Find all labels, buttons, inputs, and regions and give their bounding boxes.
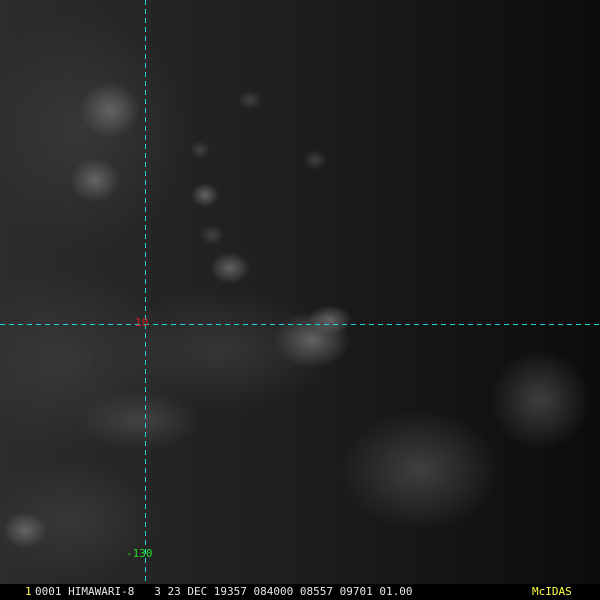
mcidas-logo: McIDAS	[532, 585, 572, 598]
status-image-info: 0001 HIMAWARI-8 3 23 DEC 19357 084000 08…	[35, 585, 413, 598]
visible-satellite-imagery	[0, 0, 600, 600]
latitude-label: 10	[135, 316, 149, 329]
satellite-image-frame: 10 -130 1 0001 HIMAWARI-8 3 23 DEC 19357…	[0, 0, 600, 600]
status-frame-number: 1	[25, 585, 32, 598]
status-bar: 1 0001 HIMAWARI-8 3 23 DEC 19357 084000 …	[0, 584, 600, 600]
longitude-label: -130	[126, 547, 153, 560]
